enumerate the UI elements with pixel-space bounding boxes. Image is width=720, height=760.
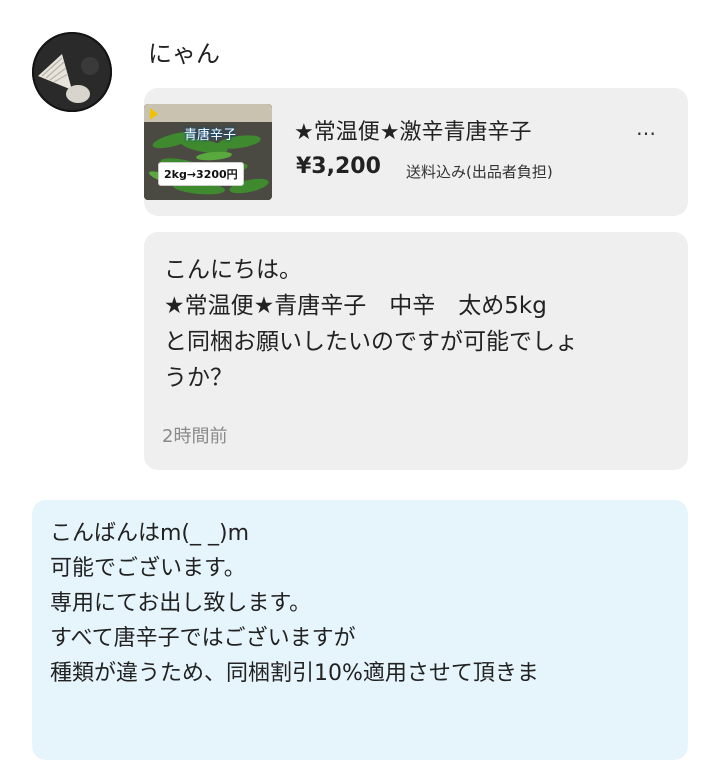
message-bubble-received[interactable]: こんにちは。 ★常温便★青唐辛子 中辛 太め5kg と同梱お願いしたいのですが可… — [144, 232, 688, 470]
product-thumbnail[interactable]: 青唐辛子 2kg→3200円 — [144, 104, 272, 200]
avatar-image — [32, 32, 112, 112]
product-price: ¥3,200 — [296, 154, 381, 179]
product-name: ★常温便★激辛青唐辛子 — [294, 120, 532, 145]
message-text: こんばんはm(_ _)m 可能でございます。 専用にてお出し致します。 すべて唐… — [50, 521, 539, 686]
thumbnail-title: 青唐辛子 — [184, 128, 237, 143]
message-timestamp: 2時間前 — [162, 426, 228, 447]
more-icon: … — [636, 116, 657, 140]
message-bubble-sent[interactable]: こんばんはm(_ _)m 可能でございます。 専用にてお出し致します。 すべて唐… — [32, 500, 688, 760]
username[interactable]: にゃん — [148, 34, 220, 69]
thumbnail-price-tag: 2kg→3200円 — [158, 162, 244, 186]
shipping-info: 送料込み(出品者負担) — [406, 163, 553, 181]
avatar[interactable] — [32, 32, 112, 112]
message-text: こんにちは。 ★常温便★青唐辛子 中辛 太め5kg と同梱お願いしたいのですが可… — [164, 257, 578, 391]
product-card[interactable]: 青唐辛子 2kg→3200円 ★常温便★激辛青唐辛子 … ¥3,200 送料込み… — [144, 88, 688, 216]
